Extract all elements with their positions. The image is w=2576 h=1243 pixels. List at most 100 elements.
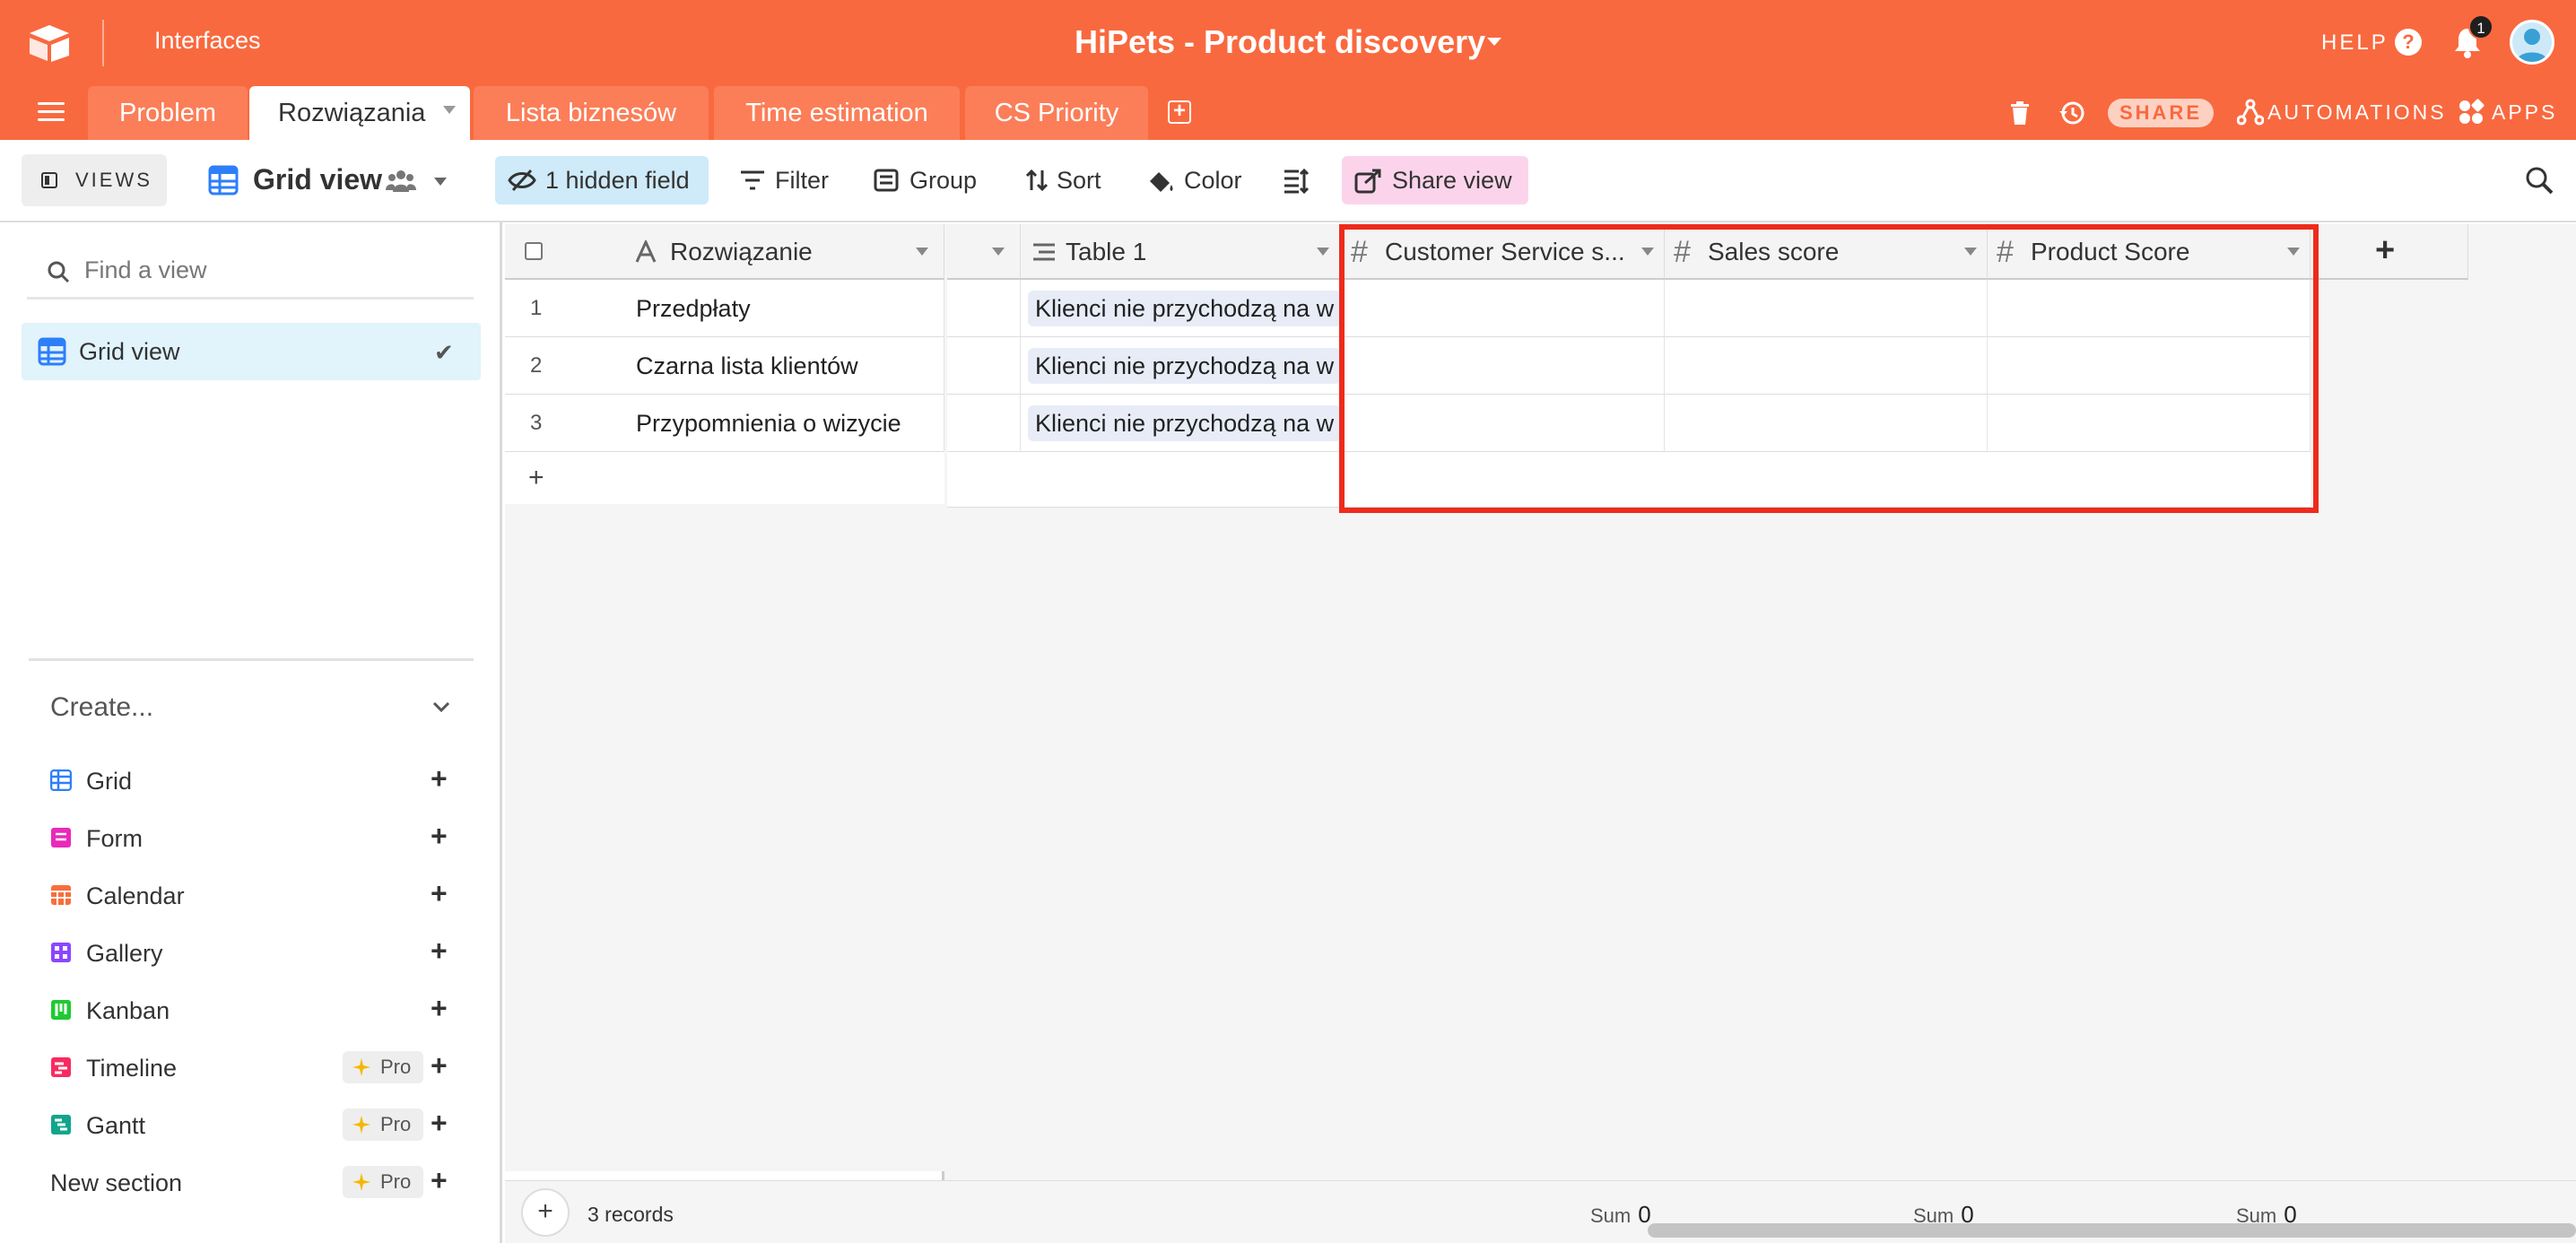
- chevron-down-icon[interactable]: [2287, 248, 2300, 256]
- automations-button[interactable]: AUTOMATIONS: [2267, 100, 2447, 125]
- create-form[interactable]: Form +: [50, 820, 457, 856]
- chevron-down-icon[interactable]: [1317, 248, 1329, 256]
- table-row[interactable]: 2 Czarna lista klientów: [505, 337, 944, 395]
- linked-record-pill[interactable]: Klienci nie przychodzą na w: [1028, 291, 1341, 326]
- table-cell[interactable]: [1988, 280, 2311, 337]
- plus-icon[interactable]: +: [431, 877, 448, 910]
- select-all-checkbox[interactable]: [525, 242, 543, 260]
- table-cell[interactable]: [1342, 280, 1665, 337]
- tab-lista-biznesow[interactable]: Lista biznesów: [474, 86, 709, 140]
- help-button[interactable]: HELP: [2321, 30, 2389, 56]
- table-cell[interactable]: [1342, 337, 1665, 395]
- share-button[interactable]: SHARE: [2108, 99, 2214, 127]
- chevron-down-icon[interactable]: [1487, 38, 1501, 46]
- add-row-strip[interactable]: [947, 452, 2311, 508]
- sort-button[interactable]: Sort: [1021, 156, 1119, 204]
- plus-icon[interactable]: +: [528, 463, 544, 493]
- table-row[interactable]: 1 Przedpłaty: [505, 280, 944, 337]
- apps-icon[interactable]: [2458, 99, 2485, 126]
- header-sales-score[interactable]: # Sales score: [1665, 224, 1988, 280]
- header-hidden-column[interactable]: [947, 224, 1021, 280]
- trash-icon[interactable]: [2009, 100, 2031, 126]
- find-view-input[interactable]: Find a view: [27, 244, 474, 300]
- chevron-down-icon[interactable]: [916, 248, 928, 256]
- base-title[interactable]: HiPets - Product discovery: [1075, 23, 1485, 61]
- create-section-title[interactable]: Create...: [50, 692, 153, 723]
- table-cell[interactable]: [1665, 337, 1988, 395]
- collaborators-icon[interactable]: [386, 169, 416, 192]
- chevron-down-icon[interactable]: [992, 248, 1005, 256]
- plus-icon[interactable]: +: [431, 1164, 448, 1197]
- header-primary-field[interactable]: Rozwiązanie: [505, 224, 944, 280]
- create-timeline[interactable]: Timeline Pro +: [50, 1049, 457, 1085]
- automations-icon[interactable]: [2237, 99, 2264, 126]
- sidebar-item-grid-view[interactable]: Grid view ✔: [22, 323, 481, 380]
- interfaces-link[interactable]: Interfaces: [154, 27, 261, 55]
- color-button[interactable]: Color: [1144, 156, 1245, 204]
- create-gallery[interactable]: Gallery +: [50, 934, 457, 970]
- tab-chevron-down-icon[interactable]: [443, 106, 456, 114]
- view-name[interactable]: Grid view: [253, 163, 382, 196]
- linked-record-pill[interactable]: Klienci nie przychodzą na w: [1028, 405, 1341, 441]
- tab-problem[interactable]: Problem: [88, 86, 248, 140]
- search-icon[interactable]: [2524, 165, 2554, 196]
- avatar[interactable]: [2510, 20, 2554, 65]
- table-cell[interactable]: Klienci nie przychodzą na w: [1021, 337, 1342, 395]
- plus-icon[interactable]: +: [431, 992, 448, 1025]
- cell-name[interactable]: Przypomnienia o wizycie: [636, 395, 901, 451]
- table-cell[interactable]: [947, 280, 1021, 337]
- views-toggle-button[interactable]: VIEWS: [22, 154, 167, 206]
- table-cell[interactable]: Klienci nie przychodzą na w: [1021, 395, 1342, 452]
- tab-rozwiazania[interactable]: Rozwiązania: [249, 86, 470, 140]
- table-cell[interactable]: [1988, 395, 2311, 452]
- table-cell[interactable]: [1665, 395, 1988, 452]
- header-customer-service-score[interactable]: # Customer Service s...: [1342, 224, 1665, 280]
- add-row-button[interactable]: +: [505, 452, 944, 508]
- question-icon[interactable]: ?: [2395, 29, 2422, 56]
- share-view-button[interactable]: Share view: [1342, 156, 1528, 204]
- plus-icon[interactable]: +: [431, 762, 448, 795]
- create-calendar[interactable]: Calendar +: [50, 877, 457, 913]
- table-cell[interactable]: [1665, 280, 1988, 337]
- table-cell[interactable]: [1342, 395, 1665, 452]
- chevron-down-icon[interactable]: [1964, 248, 1977, 256]
- add-field-button[interactable]: +: [2311, 224, 2468, 280]
- table-cell[interactable]: [947, 337, 1021, 395]
- sum-customer-service[interactable]: Sum 0: [1590, 1201, 1651, 1229]
- horizontal-scrollbar[interactable]: [1648, 1223, 2576, 1238]
- header-product-score[interactable]: # Product Score: [1988, 224, 2311, 280]
- create-new-section[interactable]: New section Pro +: [50, 1164, 457, 1200]
- filter-button[interactable]: Filter: [735, 156, 843, 204]
- filter-label: Filter: [775, 167, 829, 194]
- history-icon[interactable]: [2058, 99, 2086, 127]
- create-gantt[interactable]: Gantt Pro +: [50, 1107, 457, 1143]
- plus-icon[interactable]: +: [2375, 231, 2395, 270]
- add-table-icon[interactable]: +: [1168, 100, 1191, 124]
- group-button[interactable]: Group: [870, 156, 987, 204]
- plus-icon[interactable]: +: [431, 934, 448, 968]
- tab-cs-priority[interactable]: CS Priority: [965, 86, 1148, 140]
- linked-record-pill[interactable]: Klienci nie przychodzą na w: [1028, 348, 1341, 384]
- table-cell[interactable]: [1988, 337, 2311, 395]
- chevron-down-icon[interactable]: [1641, 248, 1654, 256]
- cell-name[interactable]: Przedpłaty: [636, 280, 751, 336]
- create-grid[interactable]: Grid +: [50, 762, 457, 798]
- header-table1[interactable]: Table 1: [1021, 224, 1342, 280]
- row-height-icon[interactable]: [1283, 169, 1310, 194]
- hamburger-menu-icon[interactable]: [38, 102, 65, 122]
- cell-name[interactable]: Czarna lista klientów: [636, 337, 858, 394]
- add-record-button[interactable]: +: [521, 1188, 570, 1237]
- apps-button[interactable]: APPS: [2492, 100, 2557, 125]
- hidden-fields-button[interactable]: 1 hidden field: [495, 156, 709, 204]
- create-kanban[interactable]: Kanban +: [50, 992, 457, 1028]
- plus-icon[interactable]: +: [431, 1049, 448, 1082]
- table-cell[interactable]: [947, 395, 1021, 452]
- plus-icon[interactable]: +: [431, 820, 448, 853]
- airtable-logo[interactable]: [27, 23, 72, 63]
- plus-icon[interactable]: +: [431, 1107, 448, 1140]
- tab-time-estimation[interactable]: Time estimation: [714, 86, 960, 140]
- table-row[interactable]: 3 Przypomnienia o wizycie: [505, 395, 944, 452]
- view-chevron-down-icon[interactable]: [434, 178, 447, 186]
- table-cell[interactable]: Klienci nie przychodzą na w: [1021, 280, 1342, 337]
- chevron-down-icon[interactable]: [429, 694, 454, 719]
